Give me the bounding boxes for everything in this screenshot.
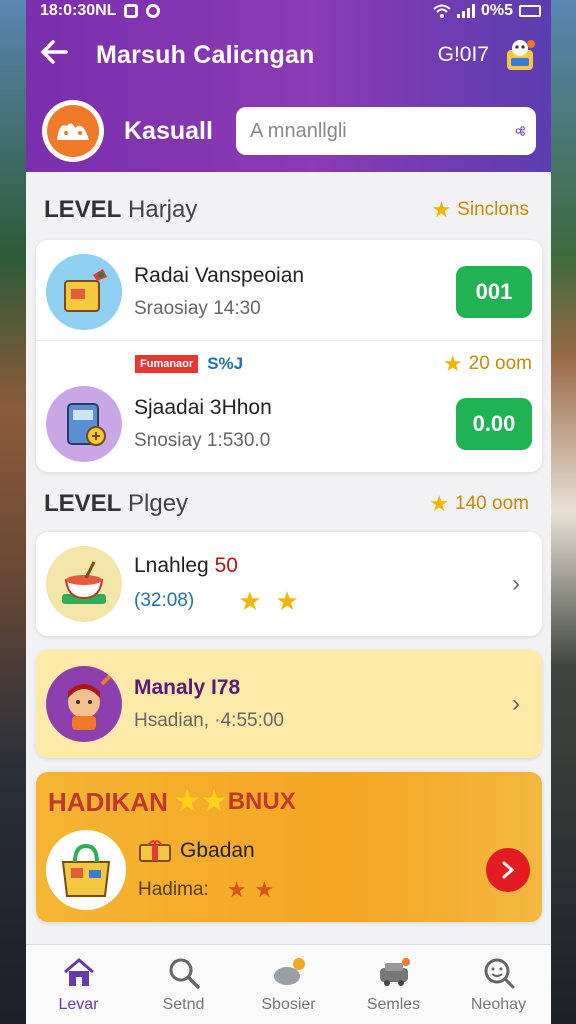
nav-item-chat[interactable]: Sbosier — [236, 945, 341, 1024]
car-icon — [379, 957, 410, 986]
bonus-title: HADIKAN — [48, 786, 168, 817]
gift-box-icon — [139, 840, 171, 862]
star-icon: ★ — [238, 586, 262, 616]
item-subtitle: Sraosiay 14:30 — [134, 298, 261, 319]
section-header-1: LEVEL Harjay ★ Sinclons — [26, 190, 551, 230]
level-card-2[interactable]: Lnahleg 50 (32:08) ★ ★ › — [36, 532, 542, 636]
package-icon — [46, 254, 122, 330]
background-photo-left — [0, 0, 28, 1024]
points-label: ★ 20 oom — [442, 351, 532, 376]
item-text: Manaly I78 Hsadian, ·4:55:00 — [134, 676, 284, 732]
nav-item-search[interactable]: Setnd — [131, 945, 236, 1024]
list-item[interactable]: Manaly I78 Hsadian, ·4:55:00 › — [36, 664, 542, 744]
avatar[interactable] — [42, 100, 104, 162]
star-icon: ★ — [254, 877, 275, 902]
star-icon: ★ — [226, 877, 247, 902]
star-icon: ★ — [431, 197, 452, 222]
chevron-right-icon: › — [512, 690, 520, 717]
nav-label: Setnd — [162, 995, 205, 1013]
app-screen: 18:0:30NL 0%5 Marsuh Calicngan G!0I7 Kas… — [26, 0, 551, 1024]
item-subtitle: Hsadian, ·4:55:00 — [134, 710, 284, 731]
status-bar: 18:0:30NL 0%5 — [40, 0, 541, 22]
nav-item-profile[interactable]: Neohay — [446, 945, 551, 1024]
nav-label: Semles — [366, 995, 421, 1013]
promo-badge: Fumanaor — [134, 354, 200, 374]
search-input[interactable] — [250, 119, 515, 143]
nav-item-home[interactable]: Levar — [26, 945, 131, 1024]
character-icon — [46, 666, 122, 742]
level-card-3[interactable]: Manaly I78 Hsadian, ·4:55:00 › — [36, 650, 542, 758]
sync-icon — [146, 4, 161, 18]
nav-item-services[interactable]: Semles — [341, 945, 446, 1024]
item-title: Sjaadai 3Hhon — [134, 396, 272, 419]
notebook-icon — [46, 386, 122, 462]
value-button[interactable]: 001 — [456, 266, 532, 318]
page-title: Marsuh Calicngan — [96, 40, 315, 69]
item-subtitle: (32:08) — [134, 590, 195, 611]
section-title: LEVEL Harjay — [44, 196, 198, 223]
item-title: Manaly I78 — [134, 676, 241, 699]
star-icon: ★ — [275, 586, 299, 616]
star-icon: ★ — [173, 785, 201, 818]
background-photo-right — [548, 0, 576, 1024]
mascot-icon[interactable] — [501, 36, 539, 74]
divider — [36, 340, 542, 341]
list-item[interactable]: Sjaadai 3Hhon Snosiay 1:530.0 0.00 — [36, 384, 542, 464]
back-arrow-icon[interactable] — [40, 39, 80, 71]
value-button[interactable]: 0.00 — [456, 398, 532, 450]
wifi-icon — [433, 4, 451, 18]
section-meta[interactable]: ★ Sinclons — [431, 199, 529, 221]
bonus-title-suffix: BNUX — [227, 788, 296, 815]
top-app-bar: Marsuh Calicngan G!0I7 — [26, 30, 551, 80]
bottom-nav: Levar Setnd Sbosier Semles Neohay — [26, 944, 551, 1024]
app-header: 18:0:30NL 0%5 Marsuh Calicngan G!0I7 Kas… — [26, 0, 551, 172]
bonus-item-subtitle: Hadima: — [138, 879, 209, 900]
battery-percent: 0%5 — [480, 2, 513, 19]
item-text: Lnahleg 50 (32:08) ★ ★ — [134, 554, 299, 614]
star-icon: ★ — [429, 491, 450, 516]
header-code: G!0I7 — [437, 43, 489, 66]
username: Kasuall — [124, 116, 213, 145]
item-text: Sjaadai 3Hhon Snosiay 1:530.0 — [134, 396, 272, 452]
item-tags-row: Fumanaor S%J ★ 20 oom — [36, 352, 542, 376]
item-text: Radai Vanspeoian Sraosiay 14:30 — [134, 264, 304, 320]
section-meta[interactable]: ★ 140 oom — [429, 493, 529, 515]
item-title: Radai Vanspeoian — [134, 264, 305, 287]
profile-row: Kasuall — [26, 100, 551, 162]
promo-label: S%J — [207, 354, 244, 373]
chevron-right-icon: › — [512, 570, 520, 597]
search-box — [236, 107, 536, 155]
nav-label: Sbosier — [261, 995, 316, 1013]
list-item[interactable]: Radai Vanspeoian Sraosiay 14:30 001 — [36, 252, 542, 332]
smiley-search-icon — [484, 958, 514, 988]
avatar-logo-icon — [47, 105, 99, 157]
search-icon — [169, 958, 200, 989]
chevron-right-icon — [502, 861, 515, 879]
item-title: Lnahleg 50 — [134, 554, 238, 577]
nav-label: Levar — [58, 995, 99, 1013]
shopping-bag-icon — [46, 830, 126, 910]
chat-icon — [273, 957, 305, 985]
bonus-card[interactable]: HADIKAN ★ ★ BNUX Gbadan Hadima: ★ ★ — [36, 772, 542, 922]
level-card-1: Radai Vanspeoian Sraosiay 14:30 001 Fuma… — [36, 240, 542, 472]
bonus-item[interactable]: Gbadan Hadima: ★ ★ — [36, 828, 542, 912]
status-time: 18:0:30NL — [40, 2, 117, 19]
go-arrow-button[interactable] — [486, 848, 530, 892]
star-icon: ★ — [200, 785, 228, 818]
filter-icon[interactable] — [515, 118, 526, 144]
item-subtitle: Snosiay 1:530.0 — [134, 430, 271, 451]
bonus-header: HADIKAN ★ ★ BNUX — [36, 784, 542, 820]
item-text: Gbadan Hadima: ★ ★ — [138, 839, 274, 901]
home-icon — [63, 957, 94, 986]
nav-label: Neohay — [470, 995, 527, 1013]
section-title: LEVEL Plgey — [44, 490, 189, 517]
signal-icon — [456, 4, 475, 18]
section-header-2: LEVEL Plgey ★ 140 oom — [26, 484, 551, 524]
star-icon: ★ — [442, 351, 463, 376]
notification-icon — [124, 4, 139, 18]
list-item[interactable]: Lnahleg 50 (32:08) ★ ★ › — [36, 544, 542, 624]
food-bowl-icon — [46, 546, 122, 622]
battery-icon — [519, 5, 541, 17]
bonus-item-title: Gbadan — [180, 839, 255, 862]
